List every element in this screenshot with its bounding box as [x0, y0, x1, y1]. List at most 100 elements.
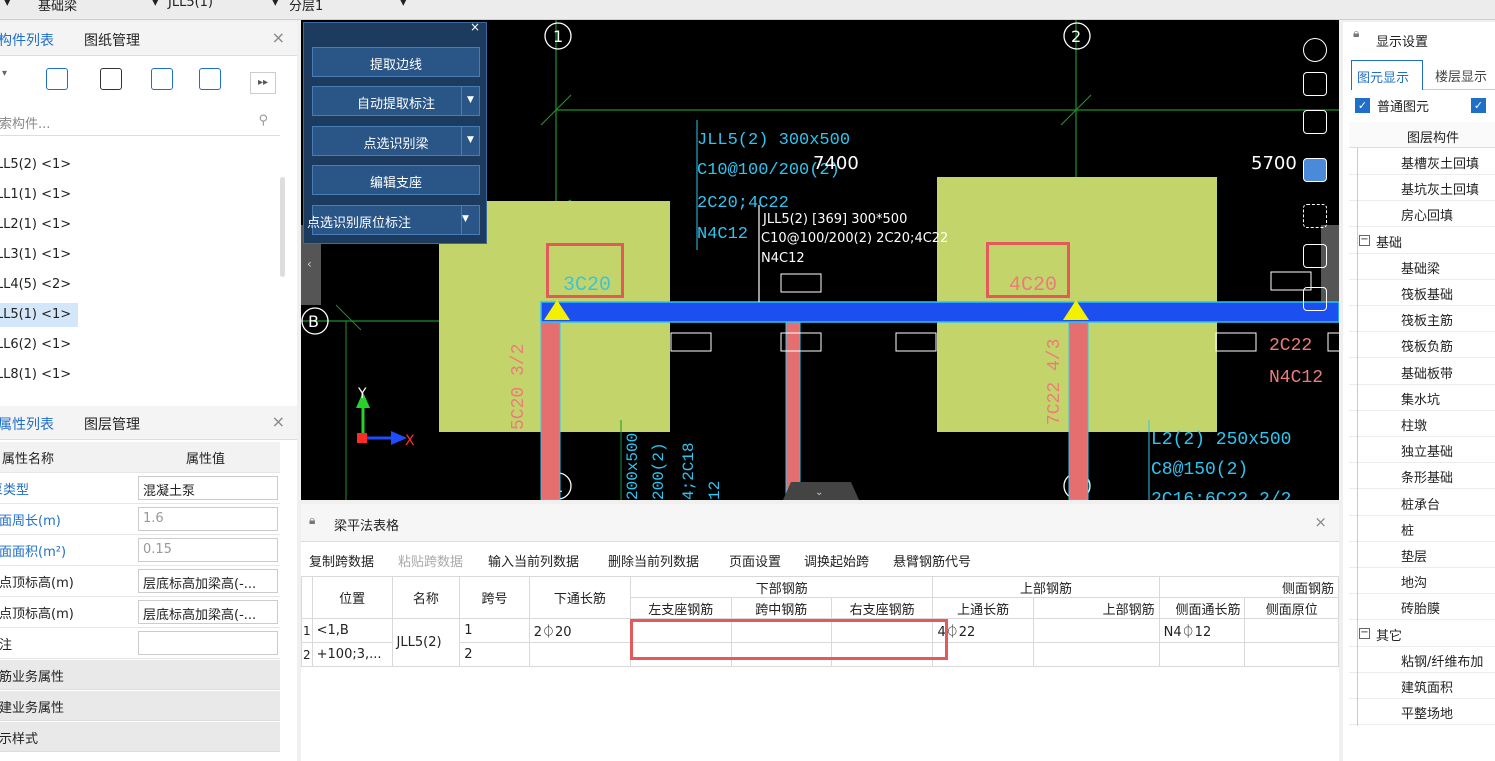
- tree-item[interactable]: 砖胎膜: [1349, 594, 1495, 621]
- property-value[interactable]: 层底标高加梁高(-...: [138, 569, 278, 593]
- chevron-down-icon[interactable]: ▾: [2, 68, 7, 79]
- tab-layer-manage[interactable]: 图层管理: [84, 414, 140, 434]
- new-icon[interactable]: [46, 68, 68, 90]
- close-icon[interactable]: ×: [1314, 513, 1327, 531]
- chevron-down-icon[interactable]: ▾: [152, 0, 159, 10]
- list-item[interactable]: JLL6(2) <1>: [0, 333, 77, 357]
- search-input[interactable]: 搜索构件... ⚲: [0, 108, 280, 136]
- tree-item[interactable]: 集水坑: [1349, 385, 1495, 411]
- list-item[interactable]: JLL4(5) <2>: [0, 273, 77, 297]
- collapse-icon[interactable]: −: [1359, 627, 1370, 639]
- extract-edge-button[interactable]: 提取边线: [312, 47, 480, 77]
- tab-drawing-manage[interactable]: 图纸管理: [84, 30, 140, 50]
- layer-dropdown[interactable]: 分层1: [289, 0, 323, 14]
- iso-view-icon[interactable]: [1303, 158, 1327, 182]
- tree-item[interactable]: 筏板主筋: [1349, 306, 1495, 333]
- list-item[interactable]: JLL8(1) <1>: [0, 363, 77, 387]
- orbit-icon[interactable]: [1303, 38, 1327, 62]
- tree-item[interactable]: 基槽灰土回填: [1349, 149, 1495, 175]
- tree-item[interactable]: 建筑面积: [1349, 673, 1495, 699]
- chevron-down-icon[interactable]: ▾: [400, 0, 407, 10]
- tab-property-list[interactable]: 属性列表: [0, 414, 54, 434]
- group-civil[interactable]: 土建业务属性: [0, 691, 280, 721]
- tree-item[interactable]: 地沟: [1349, 568, 1495, 595]
- list-item[interactable]: JLL1(1) <1>: [0, 183, 77, 207]
- property-value[interactable]: [138, 631, 278, 655]
- list-item[interactable]: JLL5(2) <1>: [0, 153, 77, 177]
- table-cell[interactable]: [528, 642, 632, 667]
- close-icon[interactable]: ×: [272, 412, 285, 431]
- table-cell[interactable]: N4⏀12: [1158, 618, 1246, 643]
- group-display[interactable]: 显示样式: [0, 722, 280, 752]
- zoom-extent-icon[interactable]: [1303, 244, 1327, 268]
- auto-extract-label-button[interactable]: 自动提取标注 ▼: [312, 86, 480, 116]
- tab-element-display[interactable]: 图元显示: [1351, 60, 1423, 90]
- dropdown-arrow-icon[interactable]: ▼: [461, 87, 479, 115]
- delete-column-button[interactable]: 删除当前列数据: [608, 551, 699, 570]
- zoom-window-icon[interactable]: [1303, 204, 1327, 228]
- property-value[interactable]: 1.6: [138, 507, 278, 531]
- list-item[interactable]: JLL2(1) <1>: [0, 213, 77, 237]
- dropdown-arrow-icon[interactable]: ▼: [461, 206, 479, 234]
- beam-jll5[interactable]: [540, 301, 1339, 323]
- tree-group[interactable]: − 基础: [1349, 228, 1495, 254]
- property-value[interactable]: 层底标高加梁高(-...: [138, 600, 278, 624]
- tree-item[interactable]: 筏板负筋: [1349, 332, 1495, 359]
- list-item[interactable]: JLL3(1) <1>: [0, 243, 77, 267]
- property-value[interactable]: 0.15: [138, 538, 278, 562]
- cantilever-code-button[interactable]: 悬臂钢筋代号: [893, 551, 971, 570]
- page-setup-button[interactable]: 页面设置: [729, 551, 781, 570]
- tree-item[interactable]: 基础梁: [1349, 254, 1495, 280]
- table-cell[interactable]: <1,B: [311, 618, 393, 643]
- table-cell[interactable]: [1244, 642, 1339, 667]
- table-cell[interactable]: [1032, 618, 1160, 643]
- tree-item[interactable]: 柱墩: [1349, 411, 1495, 437]
- tree-item[interactable]: 垫层: [1349, 542, 1495, 568]
- table-cell[interactable]: JLL5(2): [391, 618, 461, 667]
- dropdown-arrow-icon[interactable]: ▼: [461, 127, 479, 155]
- pick-identify-beam-button[interactable]: 点选识别梁 ▼: [312, 126, 480, 156]
- tab-floor-display[interactable]: 楼层显示: [1435, 66, 1487, 85]
- layer-copy-icon[interactable]: [199, 68, 221, 90]
- tab-component-list[interactable]: 构件列表: [0, 30, 54, 50]
- lock-icon[interactable]: 🔒︎: [1353, 26, 1359, 41]
- top-view-icon[interactable]: [1303, 110, 1327, 134]
- input-column-button[interactable]: 输入当前列数据: [488, 551, 579, 570]
- edit-support-button[interactable]: 编辑支座: [312, 165, 480, 195]
- table-cell[interactable]: [1032, 642, 1160, 667]
- swap-start-span-button[interactable]: 调换起始跨: [804, 551, 869, 570]
- copy-icon[interactable]: [151, 68, 173, 90]
- list-item-selected[interactable]: JLL5(1) <1>: [0, 303, 78, 327]
- collapse-icon[interactable]: −: [1359, 234, 1370, 246]
- type-dropdown[interactable]: 基础梁: [38, 0, 77, 14]
- checkbox-checked[interactable]: ✓: [1471, 98, 1486, 113]
- table-cell[interactable]: +100;3,...: [311, 642, 393, 667]
- tree-item[interactable]: 条形基础: [1349, 463, 1495, 490]
- table-cell[interactable]: 1: [459, 618, 530, 643]
- chevron-down-icon[interactable]: ▾: [4, 0, 11, 10]
- tree-group[interactable]: − 其它: [1349, 621, 1495, 647]
- close-icon[interactable]: ×: [272, 28, 285, 47]
- tree-item[interactable]: 桩: [1349, 516, 1495, 542]
- checkbox-checked[interactable]: ✓: [1355, 98, 1370, 113]
- more-icon[interactable]: ▸▸: [250, 72, 276, 94]
- chevron-down-icon[interactable]: ▾: [272, 0, 279, 10]
- group-rebar[interactable]: 钢筋业务属性: [0, 660, 280, 690]
- display-icon[interactable]: [1303, 287, 1327, 311]
- tree-item[interactable]: 基坑灰土回填: [1349, 175, 1495, 202]
- table-cell[interactable]: [1244, 618, 1339, 643]
- tree-item[interactable]: 筏板基础: [1349, 280, 1495, 306]
- chevron-left-icon[interactable]: ‹: [307, 257, 312, 271]
- copy-span-button[interactable]: 复制跨数据: [309, 551, 374, 570]
- table-cell[interactable]: 2: [459, 642, 530, 667]
- scrollbar[interactable]: [280, 177, 285, 277]
- table-cell[interactable]: [1158, 642, 1246, 667]
- tree-item[interactable]: 桩承台: [1349, 490, 1495, 516]
- 3d-view-icon[interactable]: [1303, 72, 1327, 96]
- chevron-down-icon[interactable]: ⌄: [815, 487, 823, 498]
- tree-item[interactable]: 独立基础: [1349, 437, 1495, 464]
- tree-item[interactable]: 平整场地: [1349, 699, 1495, 726]
- close-icon[interactable]: ×: [470, 20, 480, 34]
- tree-item[interactable]: 基础板带: [1349, 359, 1495, 385]
- component-dropdown[interactable]: JLL5(1): [168, 0, 213, 10]
